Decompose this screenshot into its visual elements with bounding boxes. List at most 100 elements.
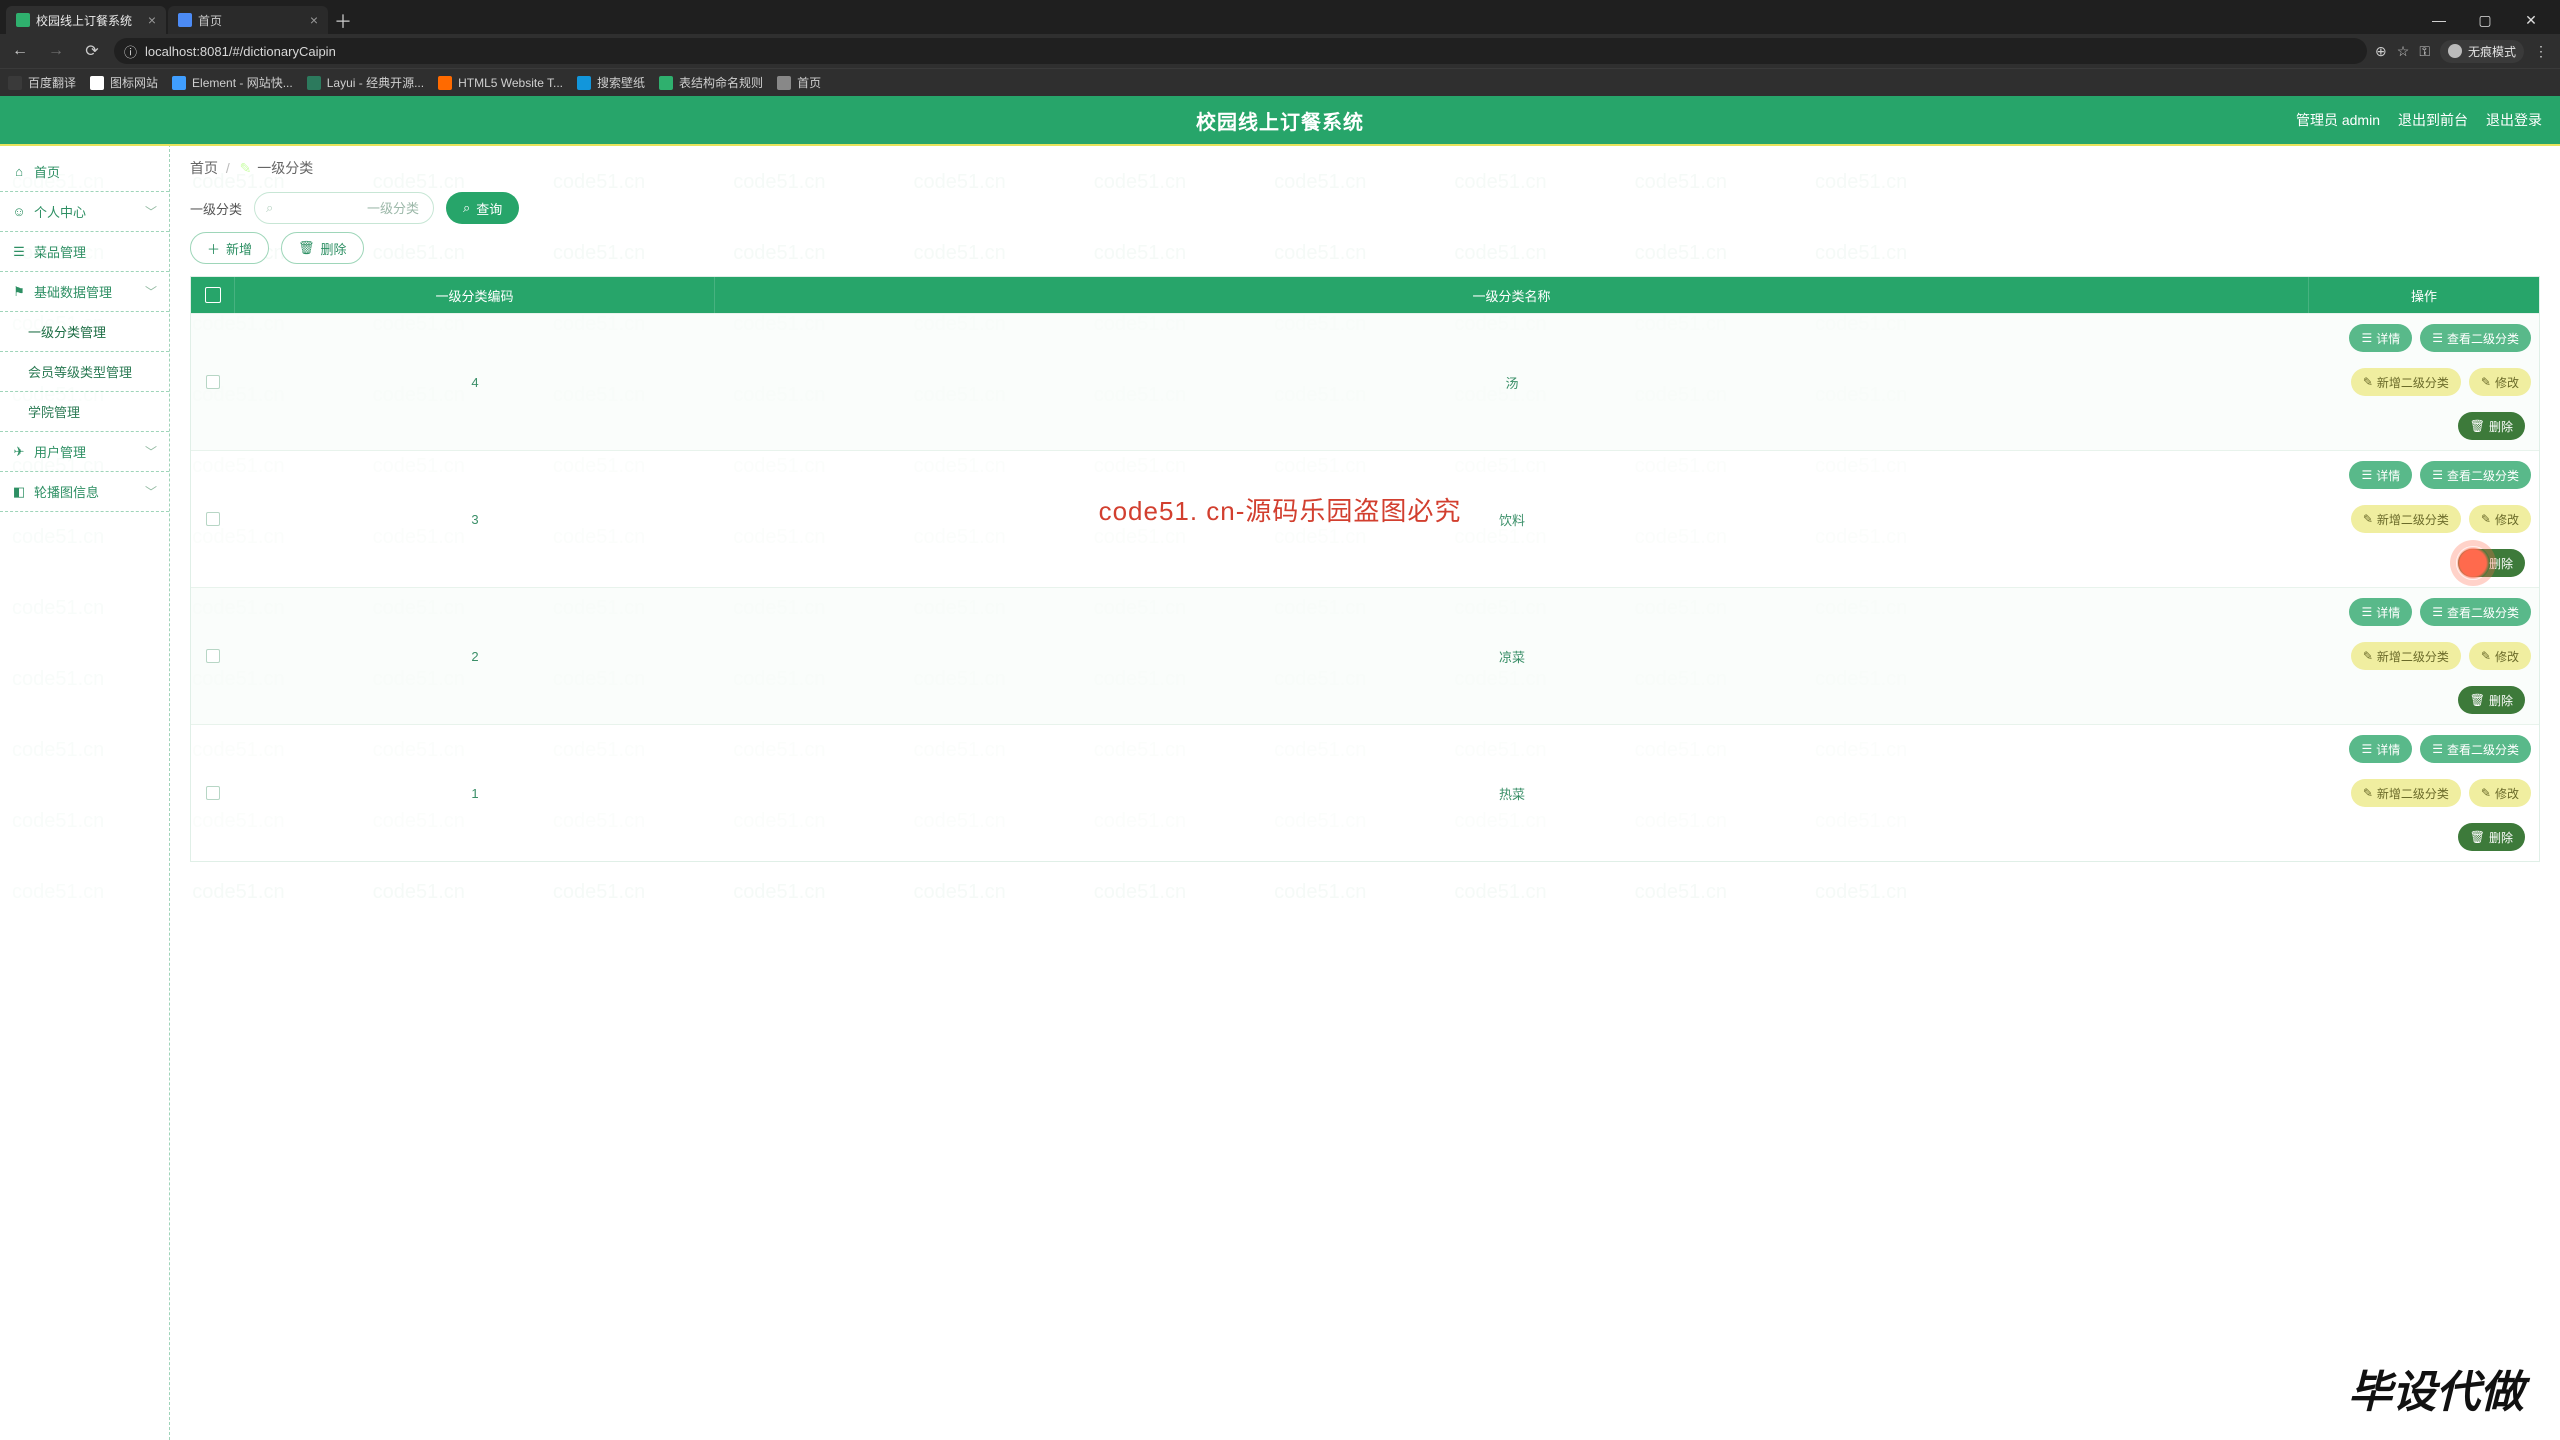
tab-favicon	[16, 13, 30, 27]
chevron-down-icon: ﹀	[145, 443, 157, 460]
sidebar-item-label: 轮播图信息	[34, 482, 99, 501]
edit-button[interactable]: ✎修改	[2469, 779, 2531, 807]
add-subcategory-button[interactable]: ✎新增二级分类	[2351, 368, 2461, 396]
sidebar-item[interactable]: ☺ 个人中心 ﹀	[0, 192, 169, 232]
detail-button[interactable]: ☰详情	[2349, 324, 2412, 352]
sidebar-item-label: 用户管理	[34, 442, 86, 461]
view-subcategory-button[interactable]: ☰查看二级分类	[2420, 735, 2531, 763]
trash-icon: 🗑	[2470, 419, 2485, 433]
delete-button[interactable]: 🗑 删除	[281, 232, 364, 264]
omnibox[interactable]: ⓘ localhost:8081/#/dictionaryCaipin	[114, 38, 2367, 64]
site-info-icon[interactable]: ⓘ	[124, 42, 137, 61]
window-close[interactable]: ✕	[2508, 6, 2554, 34]
row-delete-button[interactable]: 🗑删除	[2458, 549, 2525, 577]
bookmark-label: Element - 网站快...	[192, 74, 293, 91]
tab-title: 校园线上订餐系统	[36, 12, 142, 29]
view-subcategory-button[interactable]: ☰查看二级分类	[2420, 461, 2531, 489]
checkbox-icon	[206, 786, 220, 800]
view-subcategory-button[interactable]: ☰查看二级分类	[2420, 598, 2531, 626]
row-delete-button[interactable]: 🗑删除	[2458, 412, 2525, 440]
breadcrumb-current: 一级分类	[257, 160, 313, 176]
edit-button[interactable]: ✎修改	[2469, 505, 2531, 533]
menu-icon: ◧	[12, 485, 26, 499]
row-checkbox-cell[interactable]	[191, 451, 235, 587]
tab-title: 首页	[198, 12, 304, 29]
doc-icon: ☰	[2361, 331, 2372, 345]
window-maximize[interactable]: ▢	[2462, 6, 2508, 34]
new-tab-button[interactable]: ＋	[330, 8, 356, 34]
detail-button[interactable]: ☰详情	[2349, 598, 2412, 626]
search-icon: ⌕	[463, 200, 470, 216]
view-subcategory-button[interactable]: ☰查看二级分类	[2420, 324, 2531, 352]
breadcrumb-root[interactable]: 首页	[190, 160, 218, 176]
add-button-label: 新增	[226, 239, 252, 258]
add-button[interactable]: ＋ 新增	[190, 232, 269, 264]
row-checkbox-cell[interactable]	[191, 588, 235, 724]
menu-icon: ☰	[12, 245, 26, 259]
close-icon[interactable]: ×	[148, 13, 156, 27]
key-icon[interactable]: ⚿	[2419, 43, 2430, 60]
app-header: 校园线上订餐系统 管理员 admin 退出到前台 退出登录	[0, 96, 2560, 144]
incognito-badge: 无痕模式	[2440, 40, 2524, 63]
menu-icon: ⚑	[12, 285, 26, 299]
sidebar-subitem[interactable]: 会员等级类型管理	[0, 352, 169, 392]
row-checkbox-cell[interactable]	[191, 725, 235, 861]
window-minimize[interactable]: —	[2416, 6, 2462, 34]
detail-button[interactable]: ☰详情	[2349, 735, 2412, 763]
nav-reload-button[interactable]: ⟳	[78, 37, 106, 65]
current-user-label[interactable]: 管理员 admin	[2296, 110, 2380, 130]
bookmark-item[interactable]: 表结构命名规则	[659, 74, 763, 91]
edit-button[interactable]: ✎修改	[2469, 368, 2531, 396]
nav-back-button[interactable]: ←	[6, 37, 34, 65]
query-button[interactable]: ⌕ 查询	[446, 192, 519, 224]
add-subcategory-button[interactable]: ✎新增二级分类	[2351, 779, 2461, 807]
pencil-icon: ✎	[240, 160, 252, 176]
bookmark-item[interactable]: 首页	[777, 74, 821, 91]
row-checkbox-cell[interactable]	[191, 314, 235, 450]
main-content: 首页 / ✎ 一级分类 一级分类 ⌕ ⌕ 查询	[170, 144, 2560, 1440]
pencil-icon: ✎	[2481, 375, 2491, 389]
exit-to-front-link[interactable]: 退出到前台	[2398, 110, 2468, 130]
edit-button[interactable]: ✎修改	[2469, 642, 2531, 670]
bookmark-item[interactable]: Element - 网站快...	[172, 74, 293, 91]
doc-icon: ☰	[2432, 742, 2443, 756]
logout-link[interactable]: 退出登录	[2486, 110, 2542, 130]
browser-tab[interactable]: 校园线上订餐系统 ×	[6, 6, 166, 34]
sidebar-item[interactable]: ✈ 用户管理 ﹀	[0, 432, 169, 472]
add-subcategory-button[interactable]: ✎新增二级分类	[2351, 505, 2461, 533]
translate-icon[interactable]: ⊕	[2375, 43, 2387, 60]
checkbox-icon	[206, 649, 220, 663]
browser-menu-icon[interactable]: ⋮	[2534, 43, 2548, 60]
sidebar-item[interactable]: ☰ 菜品管理	[0, 232, 169, 272]
nav-forward-button[interactable]: →	[42, 37, 70, 65]
plus-icon: ＋	[207, 239, 220, 258]
sidebar-item[interactable]: ◧ 轮播图信息 ﹀	[0, 472, 169, 512]
row-delete-button[interactable]: 🗑删除	[2458, 686, 2525, 714]
add-subcategory-button[interactable]: ✎新增二级分类	[2351, 642, 2461, 670]
bookmark-item[interactable]: 搜索壁纸	[577, 74, 645, 91]
select-all-header[interactable]	[191, 277, 235, 313]
doc-icon: ☰	[2432, 331, 2443, 345]
close-icon[interactable]: ×	[310, 13, 318, 27]
sidebar-item[interactable]: ⌂ 首页	[0, 152, 169, 192]
bookmark-item[interactable]: 图标网站	[90, 74, 158, 91]
bookmark-item[interactable]: 百度翻译	[8, 74, 76, 91]
sidebar-item-label: 首页	[34, 162, 60, 181]
bookmark-favicon	[438, 76, 452, 90]
sidebar-subitem[interactable]: 学院管理	[0, 392, 169, 432]
detail-button[interactable]: ☰详情	[2349, 461, 2412, 489]
category-search-input[interactable]	[254, 192, 434, 224]
bookmark-favicon	[659, 76, 673, 90]
browser-tab[interactable]: 首页 ×	[168, 6, 328, 34]
doc-icon: ☰	[2361, 742, 2372, 756]
sidebar-subitem[interactable]: 一级分类管理	[0, 312, 169, 352]
row-code-cell: 3	[235, 451, 715, 587]
row-delete-button[interactable]: 🗑删除	[2458, 823, 2525, 851]
table-row: 4 汤 ☰详情 ☰查看二级分类 ✎新增二级分类 ✎修改 🗑删除	[191, 313, 2539, 450]
sidebar-item[interactable]: ⚑ 基础数据管理 ﹀	[0, 272, 169, 312]
bookmark-label: 图标网站	[110, 74, 158, 91]
bookmark-item[interactable]: Layui - 经典开源...	[307, 74, 424, 91]
bookmark-star-icon[interactable]: ☆	[2397, 43, 2410, 60]
checkbox-icon	[206, 375, 220, 389]
bookmark-item[interactable]: HTML5 Website T...	[438, 76, 563, 90]
